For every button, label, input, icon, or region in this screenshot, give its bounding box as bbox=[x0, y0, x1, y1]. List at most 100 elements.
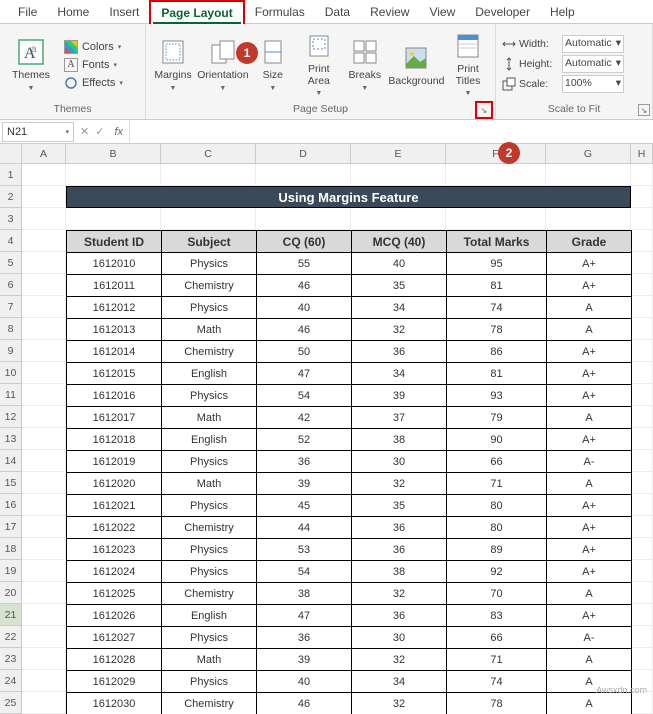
tab-page-layout[interactable]: Page Layout bbox=[149, 0, 244, 24]
tab-help[interactable]: Help bbox=[540, 1, 585, 23]
colors-dropdown[interactable]: Colors ▾ bbox=[62, 39, 125, 55]
row-header-8[interactable]: 8 bbox=[0, 318, 22, 340]
print-titles-icon bbox=[452, 30, 484, 62]
row-header-13[interactable]: 13 bbox=[0, 428, 22, 450]
tab-data[interactable]: Data bbox=[315, 1, 360, 23]
row-header-2[interactable]: 2 bbox=[0, 186, 22, 208]
tab-insert[interactable]: Insert bbox=[99, 1, 149, 23]
row-header-7[interactable]: 7 bbox=[0, 296, 22, 318]
group-label-page-setup: Page Setup bbox=[152, 101, 489, 119]
scale-width[interactable]: Width:Automatic ▾ bbox=[502, 35, 624, 53]
margins-icon bbox=[157, 36, 189, 68]
row-header-9[interactable]: 9 bbox=[0, 340, 22, 362]
table-header: Total Marks bbox=[447, 231, 547, 253]
col-header-A[interactable]: A bbox=[22, 144, 66, 164]
col-header-H[interactable]: H bbox=[631, 144, 653, 164]
group-themes: Aa Themes▼ Colors ▾ AFonts ▾ Effects ▾ T… bbox=[0, 24, 146, 119]
row-header-18[interactable]: 18 bbox=[0, 538, 22, 560]
col-header-G[interactable]: G bbox=[546, 144, 631, 164]
row-header-4[interactable]: 4 bbox=[0, 230, 22, 252]
row-header-12[interactable]: 12 bbox=[0, 406, 22, 428]
svg-text:a: a bbox=[31, 44, 37, 55]
row-header-24[interactable]: 24 bbox=[0, 670, 22, 692]
page-setup-launcher[interactable]: ↘ bbox=[475, 101, 493, 119]
ribbon: 1 Aa Themes▼ Colors ▾ AFonts ▾ Effects ▾… bbox=[0, 24, 653, 120]
tab-developer[interactable]: Developer bbox=[465, 1, 540, 23]
col-header-E[interactable]: E bbox=[351, 144, 446, 164]
table-header: Student ID bbox=[67, 231, 162, 253]
table-row: 1612020Math393271A bbox=[67, 473, 632, 495]
col-header-D[interactable]: D bbox=[256, 144, 351, 164]
breaks-icon bbox=[349, 36, 381, 68]
row-header-16[interactable]: 16 bbox=[0, 494, 22, 516]
row-header-10[interactable]: 10 bbox=[0, 362, 22, 384]
row-header-23[interactable]: 23 bbox=[0, 648, 22, 670]
group-scale-to-fit: Width:Automatic ▾ Height:Automatic ▾ Scale… bbox=[496, 24, 653, 119]
orientation-icon bbox=[207, 36, 239, 68]
table-row: 1612029Physics403474A bbox=[67, 671, 632, 693]
colors-icon bbox=[64, 40, 78, 54]
fonts-icon: A bbox=[64, 58, 78, 72]
background-icon bbox=[400, 42, 432, 74]
size-icon bbox=[257, 36, 289, 68]
table-row: 1612030Chemistry463278A bbox=[67, 693, 632, 714]
table-row: 1612016Physics543993A+ bbox=[67, 385, 632, 407]
row-header-1[interactable]: 1 bbox=[0, 164, 22, 186]
table-row: 1612022Chemistry443680A+ bbox=[67, 517, 632, 539]
table-row: 1612021Physics453580A+ bbox=[67, 495, 632, 517]
callout-2: 2 bbox=[498, 142, 520, 164]
select-all-corner[interactable] bbox=[0, 144, 22, 164]
print-area-button[interactable]: PrintArea▼ bbox=[298, 28, 340, 101]
table-row: 1612013Math463278A bbox=[67, 319, 632, 341]
row-header-5[interactable]: 5 bbox=[0, 252, 22, 274]
data-table: Student IDSubjectCQ (60)MCQ (40)Total Ma… bbox=[66, 230, 632, 714]
table-header: Subject bbox=[162, 231, 257, 253]
scale-scale[interactable]: Scale:100% ▾ bbox=[502, 75, 624, 93]
row-header-25[interactable]: 25 bbox=[0, 692, 22, 714]
fx-label[interactable]: fx bbox=[108, 126, 129, 138]
margins-button[interactable]: Margins▼ bbox=[152, 34, 194, 95]
formula-bar: N21▾ ✕ ✓ fx bbox=[0, 120, 653, 144]
themes-button[interactable]: Aa Themes▼ bbox=[6, 34, 56, 95]
tab-file[interactable]: File bbox=[8, 1, 47, 23]
row-header-17[interactable]: 17 bbox=[0, 516, 22, 538]
row-header-21[interactable]: 21 bbox=[0, 604, 22, 626]
name-box[interactable]: N21▾ bbox=[2, 122, 74, 142]
table-row: 1612019Physics363066A- bbox=[67, 451, 632, 473]
table-row: 1612023Physics533689A+ bbox=[67, 539, 632, 561]
table-row: 1612012Physics403474A bbox=[67, 297, 632, 319]
row-header-15[interactable]: 15 bbox=[0, 472, 22, 494]
row-header-19[interactable]: 19 bbox=[0, 560, 22, 582]
tab-formulas[interactable]: Formulas bbox=[245, 1, 315, 23]
tab-review[interactable]: Review bbox=[360, 1, 419, 23]
effects-icon bbox=[64, 76, 78, 90]
group-label-scale: Scale to Fit bbox=[502, 101, 646, 119]
worksheet: 1234567891011121314151617181920212223242… bbox=[0, 144, 653, 714]
tab-home[interactable]: Home bbox=[47, 1, 99, 23]
cancel-icon[interactable]: ✕ bbox=[80, 125, 89, 138]
table-row: 1612015English473481A+ bbox=[67, 363, 632, 385]
enter-icon[interactable]: ✓ bbox=[95, 125, 104, 138]
row-header-14[interactable]: 14 bbox=[0, 450, 22, 472]
scale-launcher[interactable]: ↘ bbox=[638, 104, 650, 116]
effects-dropdown[interactable]: Effects ▾ bbox=[62, 75, 125, 91]
col-header-B[interactable]: B bbox=[66, 144, 161, 164]
row-header-22[interactable]: 22 bbox=[0, 626, 22, 648]
row-header-11[interactable]: 11 bbox=[0, 384, 22, 406]
background-button[interactable]: Background bbox=[390, 40, 443, 90]
table-row: 1612027Physics363066A- bbox=[67, 627, 632, 649]
col-header-F[interactable]: F bbox=[446, 144, 546, 164]
table-row: 1612017Math423779A bbox=[67, 407, 632, 429]
scale-height[interactable]: Height:Automatic ▾ bbox=[502, 55, 624, 73]
tab-view[interactable]: View bbox=[419, 1, 465, 23]
formula-input[interactable] bbox=[129, 120, 653, 143]
table-row: 1612024Physics543892A+ bbox=[67, 561, 632, 583]
col-header-C[interactable]: C bbox=[161, 144, 256, 164]
row-header-3[interactable]: 3 bbox=[0, 208, 22, 230]
size-button[interactable]: Size▼ bbox=[252, 34, 294, 95]
print-titles-button[interactable]: PrintTitles▼ bbox=[447, 28, 489, 101]
row-header-6[interactable]: 6 bbox=[0, 274, 22, 296]
row-header-20[interactable]: 20 bbox=[0, 582, 22, 604]
fonts-dropdown[interactable]: AFonts ▾ bbox=[62, 57, 125, 73]
breaks-button[interactable]: Breaks▼ bbox=[344, 34, 386, 95]
